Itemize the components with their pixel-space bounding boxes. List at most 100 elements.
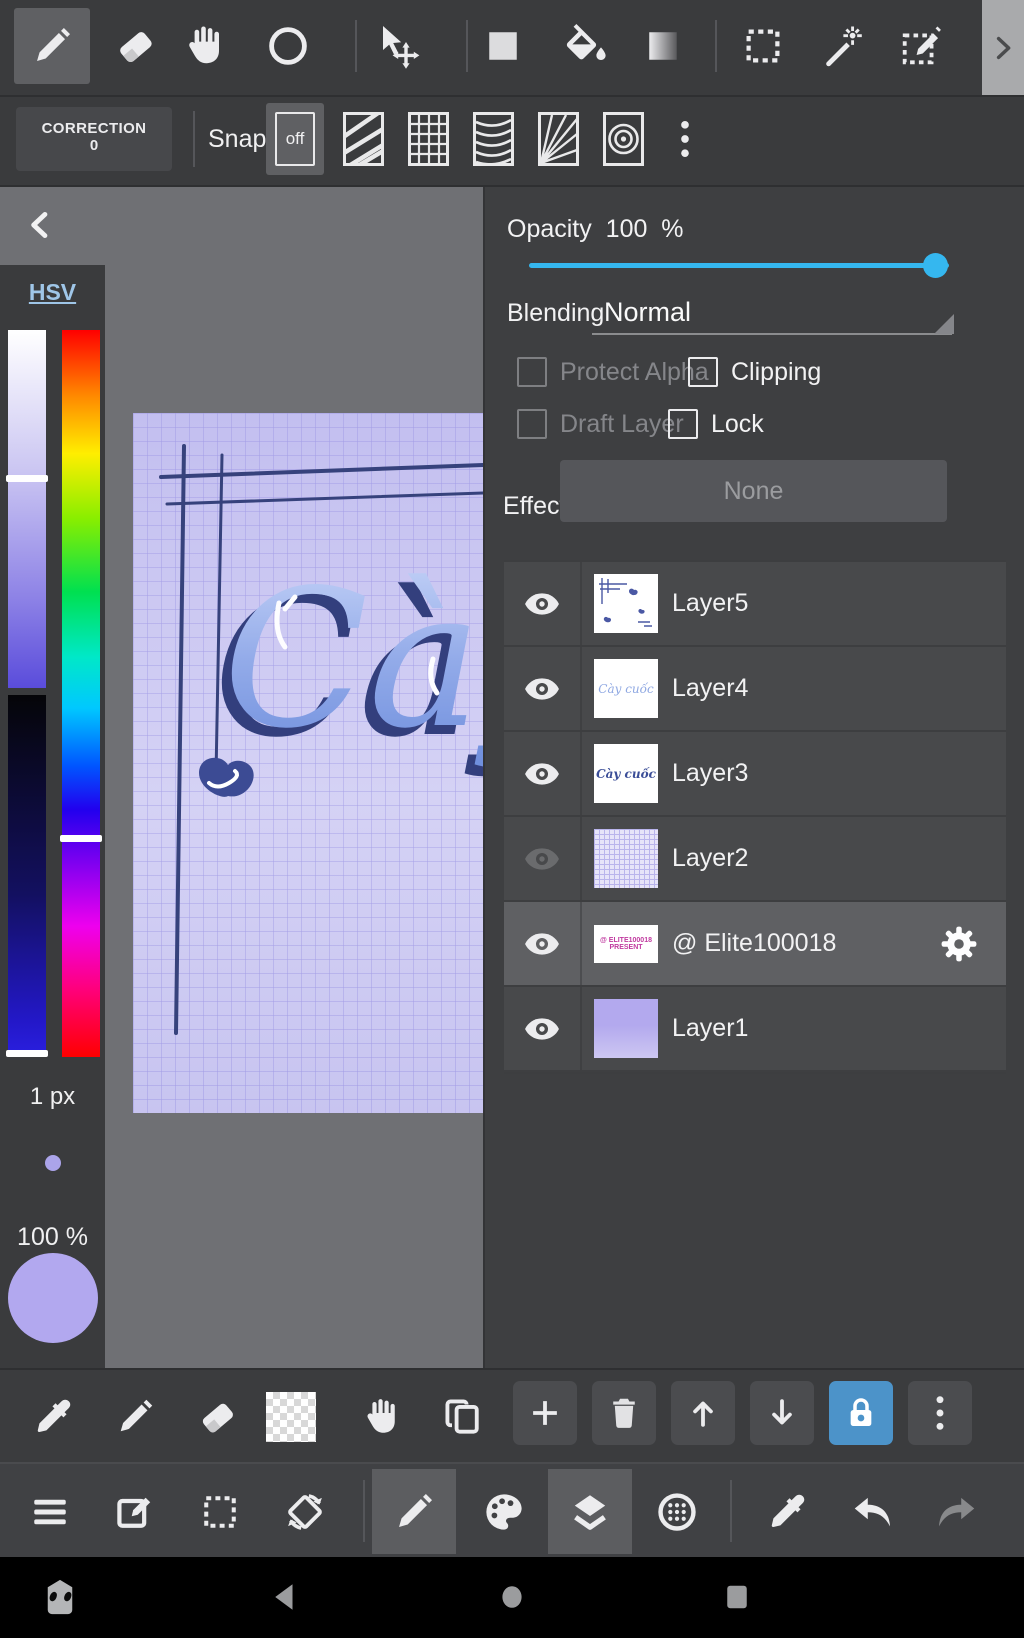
blending-dropdown-underline [592,333,952,335]
gradient-tool-button[interactable] [628,8,698,84]
layer-visibility-toggle[interactable] [504,647,580,730]
select-rect-tool-button[interactable] [726,8,800,84]
layers-panel-button-active[interactable] [548,1469,632,1554]
delete-layer-button[interactable] [592,1381,656,1445]
transparent-color-button[interactable] [266,1392,316,1442]
snap-curve-button[interactable] [470,103,516,175]
color-palette-button[interactable] [466,1470,542,1554]
value-slider[interactable] [8,695,46,1057]
rotate-canvas-button[interactable] [269,1470,341,1554]
snap-more-menu-button[interactable] [660,103,710,175]
erase-tool-button[interactable] [184,1380,250,1454]
select-pen-tool-button[interactable] [884,8,958,84]
blending-label: Blending [507,299,605,327]
move-layer-down-button[interactable] [750,1381,814,1445]
effect-button[interactable]: None [560,460,947,522]
protect-alpha-checkbox[interactable] [517,357,547,387]
fill-bucket-icon [566,24,606,60]
select-pen-icon [902,26,941,65]
move-tool-button[interactable] [360,8,434,84]
magic-wand-icon [826,26,862,67]
layer-panel: Opacity 100 % Blending Normal Protect Al… [483,187,1024,1368]
layer-visibility-toggle[interactable] [504,902,580,985]
snap-toolbar: CORRECTION 0 Snap off [0,97,1024,187]
material-library-button[interactable] [641,1470,713,1554]
clipping-checkbox[interactable] [688,357,718,387]
layer-visibility-toggle[interactable] [504,817,580,900]
magic-wand-tool-button[interactable] [806,8,880,84]
redo-button[interactable] [921,1470,993,1554]
pen-tool-button[interactable] [14,8,90,84]
collapse-color-panel-button[interactable] [10,195,70,255]
blending-value[interactable]: Normal [604,297,691,328]
correction-button[interactable]: CORRECTION 0 [16,107,172,171]
layer-row-layer5[interactable]: Layer5 [504,562,1006,645]
move-layer-up-button[interactable] [671,1381,735,1445]
pan-tool-button[interactable] [348,1380,414,1454]
layer-name: Layer3 [672,759,749,787]
lock-checkbox[interactable] [668,409,698,439]
main-menu-button[interactable] [14,1470,86,1554]
eyedropper-tool-button[interactable] [20,1380,86,1454]
snap-radial-icon [537,112,579,166]
brush-mode-button-active[interactable] [372,1469,456,1554]
color-panel: HSV 1 px 100 % [0,265,105,1368]
duplicate-layer-button[interactable] [430,1380,496,1454]
color-mode-label[interactable]: HSV [0,279,105,306]
add-layer-button[interactable] [513,1381,577,1445]
layer-row-layer1[interactable]: Layer1 [504,987,1006,1070]
layer-list-divider [504,1072,1006,1074]
eye-icon [525,762,559,785]
value-slider-thumb[interactable] [6,1050,48,1057]
edit-icon [117,1497,151,1528]
layer-name: Layer4 [672,674,749,702]
hue-slider-thumb[interactable] [60,835,102,842]
snap-off-button[interactable]: off [266,103,324,175]
dropdown-triangle-icon[interactable] [933,313,955,335]
layer-row-layer4[interactable]: Cày cuốc Layer4 [504,647,1006,730]
draw-tool-button[interactable] [102,1380,168,1454]
back-triangle-icon [275,1584,293,1610]
snap-grid-button[interactable] [405,103,451,175]
snap-circle-button[interactable] [600,103,646,175]
undo-button[interactable] [836,1470,908,1554]
current-color-swatch[interactable] [8,1253,98,1343]
nav-eyedropper-button[interactable] [751,1470,823,1554]
saturation-slider-thumb[interactable] [6,475,48,482]
layer-visibility-toggle[interactable] [504,562,580,645]
eraser-tool-button[interactable] [100,8,170,84]
opacity-slider-thumb[interactable] [923,253,948,278]
snap-parallel-button[interactable] [340,103,386,175]
layer-thumbnail: Cày cuốc [594,744,658,803]
brush-size-label[interactable]: 1 px [0,1083,105,1111]
edit-canvas-button[interactable] [99,1470,171,1554]
layer-settings-button[interactable] [926,902,992,985]
fill-bucket-tool-button[interactable] [548,8,624,84]
layer-menu-button[interactable] [908,1381,972,1445]
layer-visibility-toggle[interactable] [504,987,580,1070]
layer-row-layer3[interactable]: Cày cuốc Layer3 [504,732,1006,815]
pinned-app-shortcut[interactable] [28,1565,92,1629]
layer-row-elite100018-selected[interactable]: @ ELITE100018 PRESENT @ Elite100018 [504,902,1006,985]
snap-radial-button[interactable] [535,103,581,175]
opacity-slider-track[interactable] [529,263,949,268]
hand-tool-button[interactable] [169,8,239,84]
ellipse-tool-button[interactable] [250,8,326,84]
android-home-button[interactable] [480,1565,544,1629]
shape-square-tool-button[interactable] [468,8,538,84]
brush-opacity-label[interactable]: 100 % [0,1223,105,1252]
saturation-slider[interactable] [8,330,46,688]
arrow-up-icon [693,1401,713,1427]
android-recents-button[interactable] [705,1565,769,1629]
android-back-button[interactable] [253,1565,317,1629]
layer-row-layer2[interactable]: Layer2 [504,817,1006,900]
lock-layer-button-active[interactable] [829,1381,893,1445]
hue-slider[interactable] [62,330,100,1057]
toolbar-expand-strip[interactable] [982,0,1024,95]
layer-visibility-toggle[interactable] [504,732,580,815]
drawing-canvas[interactable]: Cày Cày [133,413,483,1113]
lock-label: Lock [711,409,764,438]
snap-off-label: off [285,129,305,148]
select-menu-button[interactable] [184,1470,256,1554]
draft-layer-checkbox[interactable] [517,409,547,439]
